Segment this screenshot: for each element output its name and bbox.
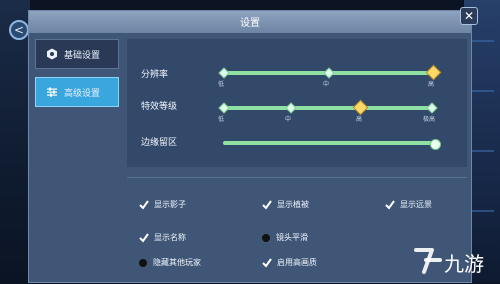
watermark-text: 九游 bbox=[444, 252, 484, 276]
checkbox-shadows[interactable]: 显示影子 bbox=[139, 199, 186, 210]
background-left bbox=[0, 0, 30, 283]
checkbox-label: 隐藏其他玩家 bbox=[153, 258, 201, 267]
margin-slider[interactable] bbox=[223, 141, 433, 145]
sliders-icon bbox=[46, 86, 58, 98]
checkbox-label: 显示植被 bbox=[277, 200, 309, 209]
settings-dialog: 设置 基础设置 高级设置 分辨率 低 中 高 特效等级 低 中 高 极高 边缘留… bbox=[28, 10, 472, 283]
effects-tick-mid: 中 bbox=[285, 116, 292, 123]
margin-label: 边缘留区 bbox=[141, 138, 178, 148]
checkmark-icon bbox=[262, 257, 272, 268]
unchecked-dot-icon bbox=[262, 233, 270, 242]
resolution-node-high-selected[interactable] bbox=[425, 64, 442, 81]
effects-node-high-selected[interactable] bbox=[352, 99, 369, 116]
hexagon-gear-icon bbox=[46, 48, 58, 60]
checkbox-distant-view[interactable]: 显示远景 bbox=[385, 199, 432, 210]
resolution-tick-high: 高 bbox=[428, 81, 435, 88]
chevron-left-icon: < bbox=[13, 23, 25, 37]
effects-tick-ultra: 极高 bbox=[423, 116, 436, 123]
checkbox-label: 启用高画质 bbox=[277, 258, 317, 267]
resolution-tick-low: 低 bbox=[218, 81, 225, 88]
checkmark-icon bbox=[262, 199, 272, 210]
close-button[interactable]: ✕ bbox=[460, 7, 478, 25]
graphics-panel: 分辨率 低 中 高 特效等级 低 中 高 极高 边缘留区 bbox=[127, 39, 467, 167]
sidebar-item-advanced[interactable]: 高级设置 bbox=[35, 77, 119, 107]
resolution-label: 分辨率 bbox=[141, 70, 169, 80]
checkmark-icon bbox=[139, 232, 149, 243]
checkbox-vegetation[interactable]: 显示植被 bbox=[262, 199, 309, 210]
sidebar-item-basic[interactable]: 基础设置 bbox=[35, 39, 119, 69]
checkmark-icon bbox=[385, 199, 395, 210]
effects-label: 特效等级 bbox=[141, 102, 178, 112]
checkbox-label: 显示名称 bbox=[154, 233, 186, 242]
checkbox-hide-players[interactable]: 隐藏其他玩家 bbox=[139, 257, 201, 268]
resolution-node-mid[interactable] bbox=[323, 67, 335, 79]
sidebar-item-label: 基础设置 bbox=[64, 50, 101, 61]
margin-slider-knob[interactable] bbox=[430, 138, 441, 150]
unchecked-dot-icon bbox=[139, 258, 147, 267]
effects-slider[interactable] bbox=[223, 106, 433, 110]
checkbox-high-quality[interactable]: 启用高画质 bbox=[262, 257, 317, 268]
sidebar-item-label: 高级设置 bbox=[64, 88, 101, 99]
dialog-titlebar: 设置 bbox=[29, 11, 471, 33]
checkbox-camera-smoothing[interactable]: 镜头平滑 bbox=[262, 232, 308, 243]
resolution-tick-mid: 中 bbox=[323, 81, 330, 88]
decor-line bbox=[470, 150, 494, 152]
checkbox-label: 显示远景 bbox=[400, 200, 432, 209]
effects-node-mid[interactable] bbox=[285, 102, 297, 114]
jiuyou-watermark-logo: 九游 bbox=[410, 244, 498, 280]
effects-tick-low: 低 bbox=[218, 116, 225, 123]
resolution-node-low[interactable] bbox=[218, 67, 230, 79]
checkmark-icon bbox=[139, 199, 149, 210]
divider bbox=[127, 177, 467, 178]
decor-line bbox=[470, 40, 494, 42]
dialog-title: 设置 bbox=[240, 18, 260, 29]
close-icon: ✕ bbox=[463, 9, 475, 23]
checkbox-show-names[interactable]: 显示名称 bbox=[139, 232, 186, 243]
checkbox-label: 镜头平滑 bbox=[276, 233, 308, 242]
effects-node-ultra[interactable] bbox=[426, 102, 438, 114]
checkbox-label: 显示影子 bbox=[154, 200, 186, 209]
settings-content: 分辨率 低 中 高 特效等级 低 中 高 极高 边缘留区 显示影子 显示植被 显… bbox=[127, 39, 467, 279]
effects-node-low[interactable] bbox=[218, 102, 230, 114]
effects-tick-high: 高 bbox=[356, 116, 363, 123]
back-button[interactable]: < bbox=[9, 20, 29, 40]
decor-line bbox=[470, 210, 494, 212]
decor-line bbox=[470, 90, 494, 92]
